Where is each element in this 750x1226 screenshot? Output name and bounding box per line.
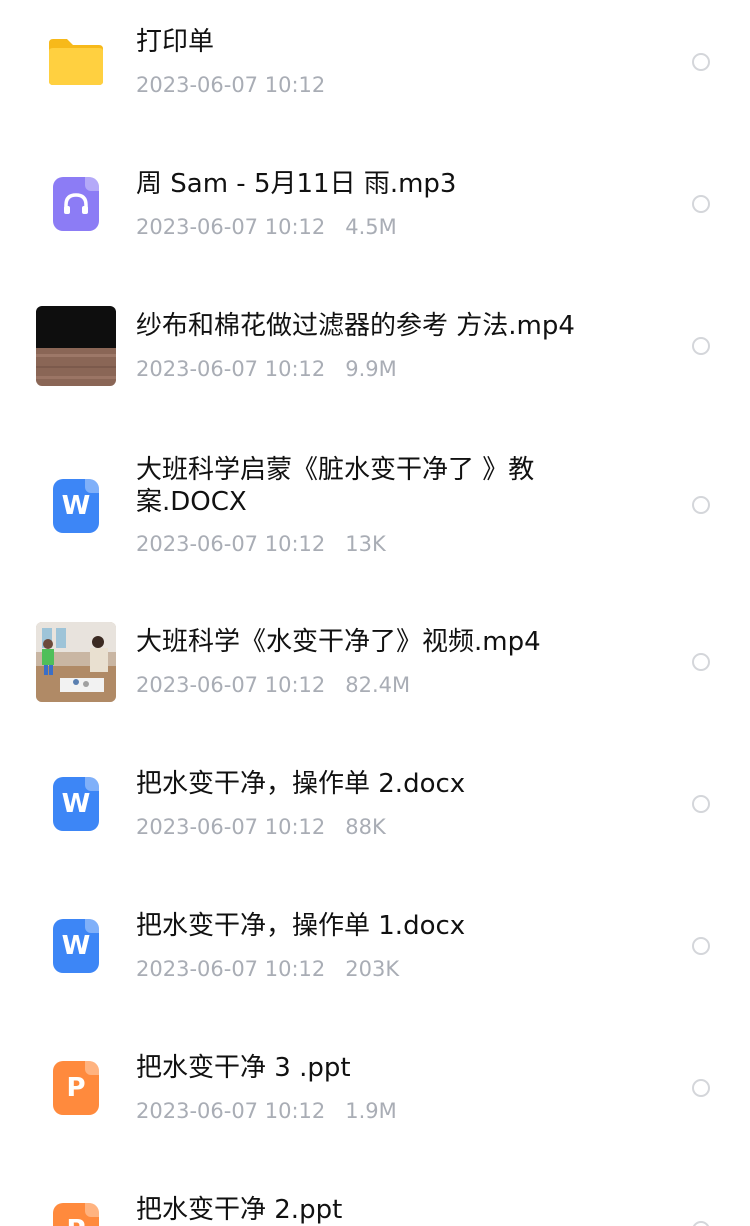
file-size: 9.9M xyxy=(345,357,397,381)
file-row[interactable]: P 把水变干净 3 .ppt 2023-06-07 10:12 1.9M xyxy=(0,1024,750,1166)
file-size: 4.5M xyxy=(345,215,397,239)
select-radio[interactable] xyxy=(692,195,710,213)
file-meta: 2023-06-07 10:12 82.4M xyxy=(136,672,410,698)
powerpoint-icon: P xyxy=(66,1215,85,1226)
video-thumbnail xyxy=(36,306,116,386)
file-row[interactable]: 周 Sam - 5月11日 雨.mp3 2023-06-07 10:12 4.5M xyxy=(0,140,750,282)
select-radio[interactable] xyxy=(692,653,710,671)
file-row[interactable]: 纱布和棉花做过滤器的参考 方法.mp4 2023-06-07 10:12 9.9M xyxy=(0,282,750,424)
file-size: 13K xyxy=(345,532,386,556)
file-row[interactable]: W 大班科学启蒙《脏水变干净了 》教案.DOCX 2023-06-07 10:1… xyxy=(0,424,750,598)
file-name: 把水变干净 3 .ppt xyxy=(136,1053,351,1083)
file-row[interactable]: 大班科学《水变干净了》视频.mp4 2023-06-07 10:12 82.4M xyxy=(0,598,750,740)
word-icon: W xyxy=(61,789,91,819)
file-date: 2023-06-07 10:12 xyxy=(136,1099,326,1123)
select-radio[interactable] xyxy=(692,53,710,71)
folder-icon xyxy=(36,22,116,102)
file-name: 把水变干净，操作单 1.docx xyxy=(136,911,466,941)
audio-file-thumb xyxy=(36,164,116,244)
file-size: 1.9M xyxy=(345,1099,397,1123)
select-radio[interactable] xyxy=(692,795,710,813)
select-radio[interactable] xyxy=(692,1221,710,1226)
powerpoint-icon: P xyxy=(66,1073,86,1103)
file-date: 2023-06-07 10:12 xyxy=(136,73,326,97)
file-name: 打印单 xyxy=(136,27,215,57)
file-size: 88K xyxy=(345,815,386,839)
file-date: 2023-06-07 10:12 xyxy=(136,673,326,697)
file-name: 把水变干净，操作单 2.docx xyxy=(136,769,466,799)
file-meta: 2023-06-07 10:12 9.9M xyxy=(136,356,397,382)
select-radio[interactable] xyxy=(692,337,710,355)
select-radio[interactable] xyxy=(692,496,710,514)
file-row[interactable]: 打印单 2023-06-07 10:12 xyxy=(0,0,750,140)
file-size: 203K xyxy=(345,957,400,981)
file-meta: 2023-06-07 10:12 4.5M xyxy=(136,214,397,240)
file-date: 2023-06-07 10:12 xyxy=(136,532,326,556)
file-meta: 2023-06-07 10:12 88K xyxy=(136,814,386,840)
file-date: 2023-06-07 10:12 xyxy=(136,815,326,839)
headphones-icon xyxy=(64,193,88,214)
word-icon: W xyxy=(61,931,91,961)
file-size: 82.4M xyxy=(345,673,411,697)
file-meta: 2023-06-07 10:12 13K xyxy=(136,531,386,557)
file-meta: 2023-06-07 10:12 203K xyxy=(136,956,399,982)
file-row[interactable]: W 把水变干净，操作单 2.docx 2023-06-07 10:12 88K xyxy=(0,740,750,882)
file-name: 把水变干净 2.ppt xyxy=(136,1195,343,1225)
word-icon: W xyxy=(61,491,91,521)
select-radio[interactable] xyxy=(692,1079,710,1097)
file-meta: 2023-06-07 10:12 xyxy=(136,72,325,98)
file-meta: 2023-06-07 10:12 1.9M xyxy=(136,1098,397,1124)
word-file-thumb: W xyxy=(36,764,116,844)
file-name: 纱布和棉花做过滤器的参考 方法.mp4 xyxy=(136,311,575,341)
select-radio[interactable] xyxy=(692,937,710,955)
file-row[interactable]: P 把水变干净 2.ppt xyxy=(0,1166,750,1226)
file-name: 大班科学《水变干净了》视频.mp4 xyxy=(136,627,541,657)
ppt-file-thumb: P xyxy=(36,1048,116,1128)
ppt-file-thumb: P xyxy=(36,1190,116,1226)
file-name: 大班科学启蒙《脏水变干净了 》教案.DOCX xyxy=(136,455,535,517)
file-row[interactable]: W 把水变干净，操作单 1.docx 2023-06-07 10:12 203K xyxy=(0,882,750,1024)
file-name: 周 Sam - 5月11日 雨.mp3 xyxy=(136,169,457,199)
word-file-thumb: W xyxy=(36,906,116,986)
file-date: 2023-06-07 10:12 xyxy=(136,215,326,239)
video-thumbnail xyxy=(36,622,116,702)
word-file-thumb: W xyxy=(36,466,116,546)
file-date: 2023-06-07 10:12 xyxy=(136,357,326,381)
file-date: 2023-06-07 10:12 xyxy=(136,957,326,981)
